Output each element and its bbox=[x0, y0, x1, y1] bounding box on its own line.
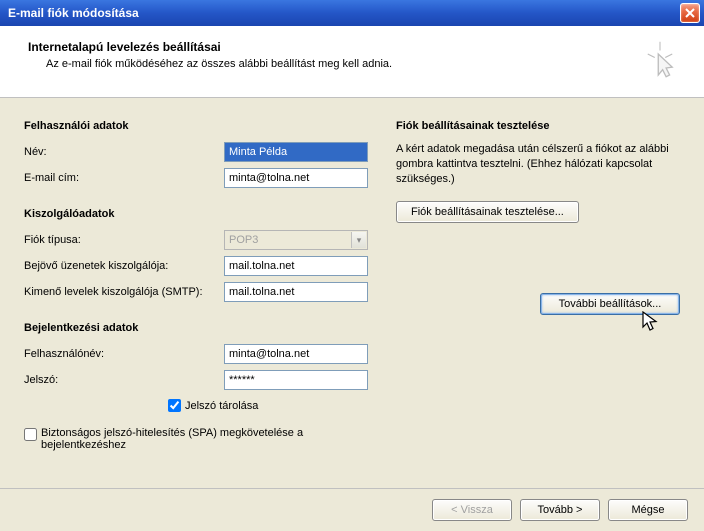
login-section-title: Bejelentkezési adatok bbox=[24, 322, 368, 334]
window-title: E-mail fiók módosítása bbox=[8, 6, 139, 20]
username-label: Felhasználónév: bbox=[24, 348, 224, 360]
close-button[interactable] bbox=[680, 3, 700, 23]
outgoing-input[interactable] bbox=[224, 282, 368, 302]
name-input[interactable] bbox=[224, 142, 368, 162]
spa-label: Biztonságos jelszó-hitelesítés (SPA) meg… bbox=[41, 427, 311, 451]
account-type-value: POP3 bbox=[229, 234, 258, 246]
username-input[interactable] bbox=[224, 344, 368, 364]
incoming-input[interactable] bbox=[224, 256, 368, 276]
remember-password-label: Jelszó tárolása bbox=[185, 400, 258, 412]
right-column: Fiók beállításainak tesztelése A kért ad… bbox=[396, 120, 680, 488]
incoming-label: Bejövő üzenetek kiszolgálója: bbox=[24, 260, 224, 272]
footer-buttons: < Vissza Tovább > Mégse bbox=[0, 488, 704, 531]
more-settings-button[interactable]: További beállítások... bbox=[540, 293, 680, 315]
email-label: E-mail cím: bbox=[24, 172, 224, 184]
password-label: Jelszó: bbox=[24, 374, 224, 386]
server-section-title: Kiszolgálóadatok bbox=[24, 208, 368, 220]
page-title: Internetalapú levelezés beállításai bbox=[28, 40, 392, 54]
remember-password-checkbox[interactable] bbox=[168, 399, 181, 412]
name-label: Név: bbox=[24, 146, 224, 158]
email-input[interactable] bbox=[224, 168, 368, 188]
user-section-title: Felhasználói adatok bbox=[24, 120, 368, 132]
next-button[interactable]: Tovább > bbox=[520, 499, 600, 521]
spa-checkbox[interactable] bbox=[24, 428, 37, 441]
test-description: A kért adatok megadása után célszerű a f… bbox=[396, 142, 680, 187]
outgoing-label: Kimenő levelek kiszolgálója (SMTP): bbox=[24, 286, 224, 298]
test-settings-button[interactable]: Fiók beállításainak tesztelése... bbox=[396, 201, 579, 223]
password-input[interactable] bbox=[224, 370, 368, 390]
header-area: Internetalapú levelezés beállításai Az e… bbox=[0, 26, 704, 98]
header-cursor-icon bbox=[642, 40, 678, 82]
test-section-title: Fiók beállításainak tesztelése bbox=[396, 120, 680, 132]
cancel-button[interactable]: Mégse bbox=[608, 499, 688, 521]
account-type-label: Fiók típusa: bbox=[24, 234, 224, 246]
account-type-select: POP3 ▾ bbox=[224, 230, 368, 250]
chevron-down-icon: ▾ bbox=[351, 232, 366, 248]
title-bar: E-mail fiók módosítása bbox=[0, 0, 704, 26]
page-subtitle: Az e-mail fiók működéséhez az összes alá… bbox=[46, 58, 392, 70]
left-column: Felhasználói adatok Név: E-mail cím: Kis… bbox=[24, 120, 368, 488]
back-button: < Vissza bbox=[432, 499, 512, 521]
close-icon bbox=[685, 8, 695, 18]
